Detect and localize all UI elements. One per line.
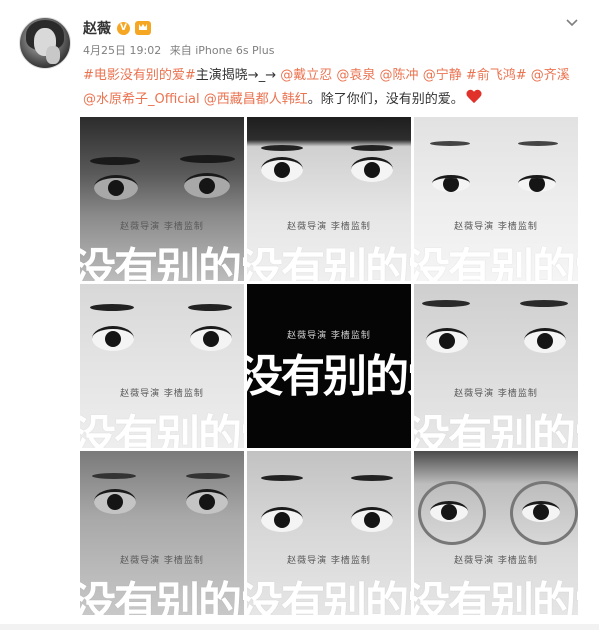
poster-brow [90,157,140,165]
mention-link[interactable]: @西藏昌都人韩红 [204,92,308,107]
poster-eye [92,326,134,351]
member-crown-icon[interactable] [135,21,151,35]
poster-brow [422,300,470,307]
poster-image[interactable]: 赵薇导演 李樯监制 没有别的爱 [414,284,578,448]
poster-credit: 赵薇导演 李樯监制 [120,556,204,566]
poster-credit: 赵薇导演 李樯监制 [287,556,371,566]
mention-link[interactable]: @宁静 [423,68,462,83]
mention-link[interactable]: @戴立忍 [280,68,332,83]
poster-eye [430,501,468,522]
poster-title: 没有别的爱 [80,244,244,281]
poster-eye [261,157,303,182]
poster-brow [261,475,303,481]
post-text-segment: 主演揭晓→_→ [195,68,277,83]
poster-eye [190,326,232,351]
poster-eye [426,328,468,353]
poster-title: 没有别的爱 [414,411,578,448]
poster-image[interactable]: 赵薇导演 李樯监制 没有别的爱 [414,117,578,281]
poster-brow [90,304,134,311]
poster-credit: 赵薇导演 李樯监制 [454,389,538,399]
poster-brow [186,473,230,479]
poster-brow [351,145,393,151]
post-text: #电影没有别的爱#主演揭晓→_→ @戴立忍 @袁泉 @陈冲 @宁静 #俞飞鸿# … [83,64,583,112]
poster-title: 没有别的爱 [80,578,244,615]
mention-link[interactable]: @陈冲 [380,68,419,83]
poster-image[interactable]: 赵薇导演 李樯监制 没有别的爱 [414,451,578,615]
poster-image[interactable]: 赵薇导演 李樯监制 没有别的爱 [247,451,411,615]
post-meta: 4月25日 19:02 来自 iPhone 6s Plus [83,42,279,58]
image-grid: 赵薇导演 李樯监制 没有别的爱 赵薇导演 李樯监制 没有别的爱 赵薇导演 李樯监… [80,117,579,616]
chevron-down-icon[interactable] [565,16,579,30]
poster-eye [186,489,228,514]
poster-credit: 赵薇导演 李樯监制 [120,222,204,232]
poster-brow [520,300,568,307]
verified-icon: V [117,21,130,35]
author-name[interactable]: 赵薇 [83,18,111,38]
poster-title: 没有别的爱 [247,351,411,402]
poster-title-card[interactable]: 赵薇导演 李樯监制 没有别的爱 [247,284,411,448]
poster-brow [188,304,232,311]
poster-eye [518,175,556,192]
post-bottom-divider [0,624,599,630]
heart-icon [466,90,482,104]
poster-eye [94,175,138,200]
poster-credit: 赵薇导演 李樯监制 [287,222,371,232]
poster-title: 没有别的爱 [80,411,244,448]
poster-brow [518,141,558,146]
poster-brow [261,145,303,151]
poster-title: 没有别的爱 [247,244,411,281]
poster-eye [184,173,230,198]
poster-credit: 赵薇导演 李樯监制 [454,556,538,566]
mention-link[interactable]: @齐溪 [531,68,570,83]
poster-eye [522,501,560,522]
poster-credit: 赵薇导演 李樯监制 [120,389,204,399]
poster-eye [94,489,136,514]
mention-link[interactable]: @水原希子_Official [83,92,200,107]
poster-brow [180,155,235,163]
mention-link[interactable]: @袁泉 [336,68,375,83]
poster-eye [432,175,470,192]
avatar[interactable] [19,17,71,69]
poster-image[interactable]: 赵薇导演 李樯监制 没有别的爱 [80,284,244,448]
poster-credit: 赵薇导演 李樯监制 [454,222,538,232]
hashtag-link[interactable]: #电影没有别的爱# [83,68,196,83]
poster-title: 没有别的爱 [247,578,411,615]
avatar-hand [46,46,60,64]
poster-eye [351,507,393,532]
poster-eye [261,507,303,532]
poster-brow [92,473,136,479]
poster-image[interactable]: 赵薇导演 李樯监制 没有别的爱 [80,451,244,615]
poster-eye [351,157,393,182]
hashtag-link[interactable]: #俞飞鸿# [466,68,527,83]
post-date[interactable]: 4月25日 19:02 [83,44,161,57]
post-source: 来自 iPhone 6s Plus [169,44,275,57]
poster-eye [524,328,566,353]
poster-image[interactable]: 赵薇导演 李樯监制 没有别的爱 [80,117,244,281]
poster-brow [351,475,393,481]
poster-title: 没有别的爱 [414,578,578,615]
poster-title: 没有别的爱 [414,244,578,281]
author-row: 赵薇 V [83,18,151,38]
poster-brow [430,141,470,146]
poster-image[interactable]: 赵薇导演 李樯监制 没有别的爱 [247,117,411,281]
post-text-closing: 。除了你们，没有别的爱。 [307,92,464,107]
weibo-post: 赵薇 V 4月25日 19:02 来自 iPhone 6s Plus #电影没有… [0,0,599,630]
